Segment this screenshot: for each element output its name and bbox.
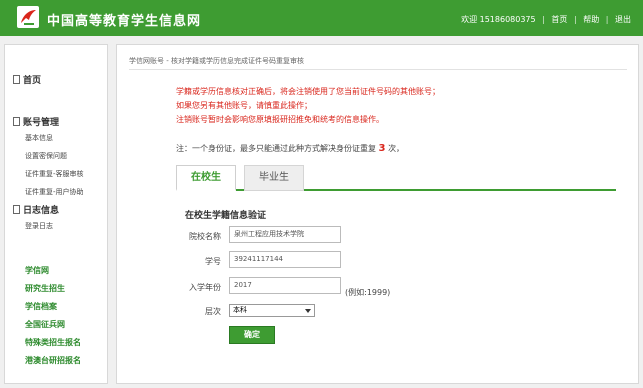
sidebar-section-label: 日志信息 [23,206,60,216]
school-input[interactable]: 泉州工程应用技术学院 [229,226,341,243]
document-icon [13,205,20,214]
student-id-input[interactable]: 39241117144 [229,251,341,268]
sidebar-section-label: 账号管理 [23,118,60,128]
sidebar-item-security-question[interactable]: 设置密保问题 [25,151,67,161]
top-header: 中国高等教育学生信息网 欢迎 15186080375 | 首页 | 帮助 | 退… [0,0,643,36]
sidebar-item-login-log[interactable]: 登录日志 [25,221,53,231]
warning-line: 如果您另有其他账号，请慎重此操作； [176,101,312,110]
school-label: 院校名称 [189,232,221,241]
form-title: 在校生学籍信息验证 [185,211,267,221]
site-title: 中国高等教育学生信息网 [47,14,202,29]
header-separator: | [542,15,545,24]
chevron-down-icon [305,309,311,313]
logo-emblem-icon [21,10,36,25]
student-id-label: 学号 [205,257,221,266]
sidebar-link-special-admission[interactable]: 特殊类招生报名 [25,337,81,348]
header-separator: | [573,15,577,24]
sidebar: 首页 账号管理 基本信息 设置密保问题 证件重复-客服审核 证件重复-用户协助 … [4,44,108,384]
sidebar-item-id-duplicate-user[interactable]: 证件重复-用户协助 [25,187,84,197]
warning-line: 学籍或学历信息核对正确后，将会注销使用了您当前证件号码的其他账号； [176,87,440,96]
level-selected-value: 本科 [233,306,247,314]
sidebar-link-chsi[interactable]: 学信网 [25,265,49,276]
year-hint: (例如:1999) [345,288,391,297]
student-type-tabs: 在校生 毕业生 [176,165,616,191]
sidebar-section-log[interactable]: 日志信息 [13,203,59,216]
sidebar-item-basic-info[interactable]: 基本信息 [25,133,53,143]
limit-note: 注：一个身份证，最多只能通过此种方式解决身份证重复 3 次， [176,143,404,154]
tab-current-student[interactable]: 在校生 [176,165,236,191]
sidebar-link-hmt-admission[interactable]: 港澳台研招报名 [25,355,81,366]
sidebar-link-student-archive[interactable]: 学信档案 [25,301,57,312]
level-select[interactable]: 本科 [229,304,315,317]
breadcrumb: 学信网账号 - 核对学籍或学历信息完成证件号码重复审核 [129,57,304,65]
header-separator: | [605,15,609,24]
sidebar-home-label: 首页 [23,76,42,86]
help-link[interactable]: 帮助 [583,14,599,25]
submit-button[interactable]: 确定 [229,326,275,344]
sidebar-section-account[interactable]: 账号管理 [13,115,59,128]
enroll-year-label: 入学年份 [189,283,221,292]
welcome-text: 欢迎 15186080375 [461,15,536,24]
site-logo[interactable] [17,6,39,28]
header-links: 欢迎 15186080375 | 首页 | 帮助 | 退出 [461,14,631,25]
warning-line: 注销账号暂时会影响您原填报研招推免和统考的信息操作。 [176,115,384,124]
tab-graduate[interactable]: 毕业生 [244,165,304,191]
sidebar-link-graduate-admission[interactable]: 研究生招生 [25,283,65,294]
main-panel: 学信网账号 - 核对学籍或学历信息完成证件号码重复审核 学籍或学历信息核对正确后… [116,44,639,384]
document-icon [13,75,20,84]
note-suffix: 次， [388,144,405,153]
enroll-year-input[interactable]: 2017 [229,277,341,294]
level-label: 层次 [205,307,221,316]
breadcrumb-divider [129,69,627,70]
logout-link[interactable]: 退出 [615,14,631,25]
home-link[interactable]: 首页 [551,14,567,25]
sidebar-item-id-duplicate-service[interactable]: 证件重复-客服审核 [25,169,84,179]
sidebar-link-conscription[interactable]: 全国征兵网 [25,319,65,330]
document-icon [13,117,20,126]
sidebar-item-home[interactable]: 首页 [13,73,41,86]
note-count: 3 [378,143,386,154]
note-prefix: 注：一个身份证，最多只能通过此种方式解决身份证重复 [176,144,376,153]
